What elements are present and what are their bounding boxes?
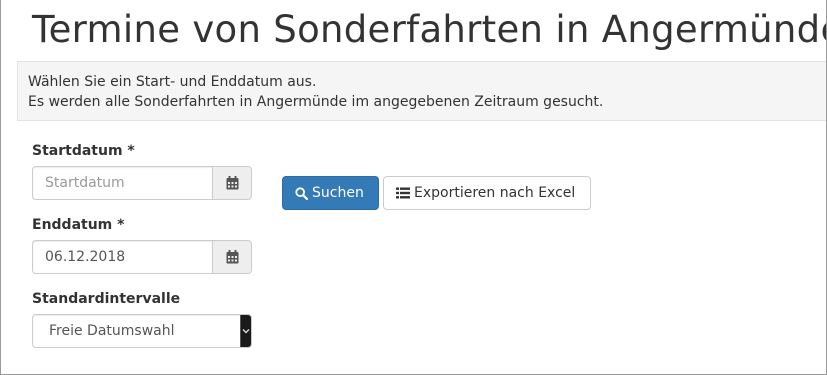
export-button-label: Exportieren nach Excel (414, 185, 576, 201)
interval-label: Standardintervalle (32, 291, 181, 307)
list-icon (396, 187, 410, 199)
start-date-calendar-button[interactable] (212, 166, 252, 200)
start-date-group (32, 166, 252, 200)
info-line-1: Wählen Sie ein Start- und Enddatum aus. (28, 74, 317, 90)
start-date-label: Startdatum * (32, 143, 135, 159)
export-excel-button[interactable]: Exportieren nach Excel (383, 176, 591, 210)
end-date-calendar-button[interactable] (212, 240, 252, 274)
interval-selected-value: Freie Datumswahl (49, 323, 175, 339)
search-button-label: Suchen (312, 185, 364, 201)
chevron-down-icon (240, 315, 251, 347)
end-date-group (32, 240, 252, 274)
page-title: Termine von Sonderfahrten in Angermünde (32, 8, 827, 51)
end-date-input[interactable] (32, 240, 212, 274)
calendar-icon (226, 176, 238, 190)
search-button[interactable]: Suchen (282, 176, 379, 210)
search-icon (295, 186, 308, 200)
info-box: Wählen Sie ein Start- und Enddatum aus. … (17, 61, 827, 121)
interval-select[interactable]: Freie Datumswahl (32, 314, 252, 348)
start-date-input[interactable] (32, 166, 212, 200)
end-date-label: Enddatum * (32, 217, 125, 233)
calendar-icon (226, 250, 238, 264)
info-line-2: Es werden alle Sonderfahrten in Angermün… (28, 94, 604, 110)
